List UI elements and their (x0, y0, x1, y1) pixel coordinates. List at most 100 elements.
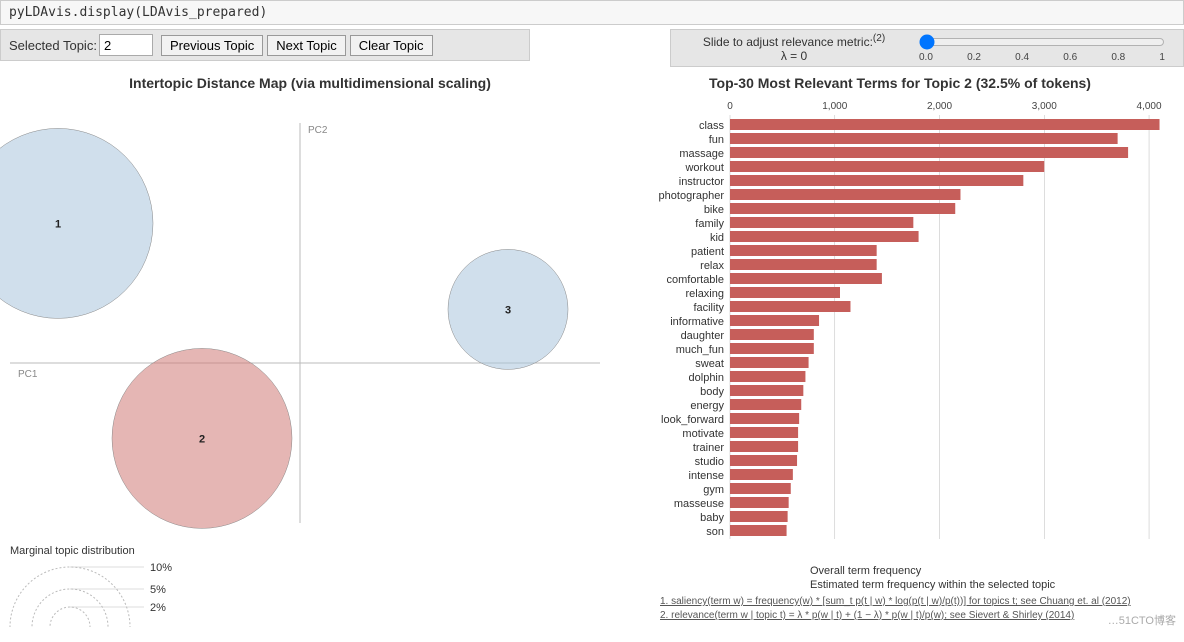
controls-right: Slide to adjust relevance metric:(2) λ =… (670, 29, 1184, 67)
term-label-trainer: trainer (693, 442, 725, 454)
controls-left: Selected Topic: Previous Topic Next Topi… (0, 29, 530, 61)
bar-fun[interactable] (730, 133, 1118, 144)
controls-row: Selected Topic: Previous Topic Next Topi… (0, 29, 1184, 67)
x-tick-0: 0 (727, 101, 733, 112)
bar-baby[interactable] (730, 511, 788, 522)
term-label-much_fun: much_fun (676, 344, 724, 356)
previous-topic-button[interactable]: Previous Topic (161, 35, 263, 56)
bar-trainer[interactable] (730, 441, 798, 452)
term-label-fun: fun (709, 134, 724, 146)
term-label-massage: massage (679, 148, 724, 160)
intertopic-svg: PC2 PC1 1 2 3 (0, 93, 620, 543)
term-label-baby: baby (700, 512, 724, 524)
term-label-relax: relax (700, 260, 724, 272)
x-tick-1000: 1,000 (822, 101, 847, 112)
bar-studio[interactable] (730, 455, 797, 466)
code-cell: pyLDAvis.display(LDAvis_prepared) (0, 0, 1184, 25)
x-tick-3000: 3,000 (1032, 101, 1057, 112)
legend-topic: Estimated term frequency within the sele… (740, 579, 1180, 591)
bar-massage[interactable] (730, 147, 1128, 158)
topic-bubble-label-3: 3 (505, 304, 511, 316)
code-text: pyLDAvis.display(LDAvis_prepared) (9, 5, 267, 20)
bar-son[interactable] (730, 525, 787, 536)
marginal-level-2%: 2% (150, 602, 166, 614)
term-label-dolphin: dolphin (689, 372, 724, 384)
legend-topic-swatch (740, 579, 800, 591)
bar-daughter[interactable] (730, 329, 814, 340)
pc1-axis-label: PC1 (18, 369, 38, 380)
bar-much_fun[interactable] (730, 343, 814, 354)
bar-masseuse[interactable] (730, 497, 789, 508)
bar-photographer[interactable] (730, 189, 960, 200)
bar-relax[interactable] (730, 259, 877, 270)
clear-topic-button[interactable]: Clear Topic (350, 35, 433, 56)
bar-look_forward[interactable] (730, 413, 799, 424)
x-tick-2000: 2,000 (927, 101, 952, 112)
topic-bubble-label-1: 1 (55, 218, 61, 230)
bar-sweat[interactable] (730, 357, 809, 368)
bar-chart-svg: 0 1,000 2,000 3,000 4,000 class fun massage work… (620, 93, 1180, 563)
legend-overall-swatch (740, 565, 800, 577)
slider-ticks: 0.0 0.2 0.4 0.6 0.8 1 (919, 52, 1165, 63)
term-label-sweat: sweat (695, 358, 724, 370)
term-label-studio: studio (695, 456, 724, 468)
term-label-intense: intense (689, 470, 724, 482)
controls-spacer (530, 29, 670, 67)
x-tick-4000: 4,000 (1137, 101, 1162, 112)
right-title: Top-30 Most Relevant Terms for Topic 2 (… (620, 75, 1180, 91)
term-label-daughter: daughter (681, 330, 725, 342)
term-label-motivate: motivate (682, 428, 724, 440)
term-label-son: son (706, 526, 724, 538)
term-label-kid: kid (710, 232, 724, 244)
selected-topic-input[interactable] (99, 34, 153, 56)
relevance-slider-wrap: 0.0 0.2 0.4 0.6 0.8 1 (909, 34, 1175, 63)
term-label-energy: energy (690, 400, 724, 412)
bar-patient[interactable] (730, 245, 877, 256)
term-label-look_forward: look_forward (661, 414, 724, 426)
term-label-comfortable: comfortable (667, 274, 724, 286)
right-panel: Top-30 Most Relevant Terms for Topic 2 (… (620, 71, 1180, 627)
term-label-gym: gym (703, 484, 724, 496)
bar-comfortable[interactable] (730, 273, 882, 284)
legend-overall: Overall term frequency (740, 565, 1180, 577)
marginal-svg: 2% 5% 10% (0, 557, 260, 627)
term-label-photographer: photographer (659, 190, 725, 202)
term-label-workout: workout (684, 162, 724, 174)
bar-dolphin[interactable] (730, 371, 805, 382)
bar-informative[interactable] (730, 315, 819, 326)
term-label-family: family (695, 218, 724, 230)
bar-relaxing[interactable] (730, 287, 840, 298)
bar-instructor[interactable] (730, 175, 1023, 186)
marginal-level-5%: 5% (150, 584, 166, 596)
term-label-masseuse: masseuse (674, 498, 724, 510)
term-label-relaxing: relaxing (685, 288, 724, 300)
pc2-axis-label: PC2 (308, 125, 328, 136)
bar-kid[interactable] (730, 231, 919, 242)
footnotes: 1. saliency(term w) = frequency(w) * [su… (660, 595, 1180, 623)
bar-bike[interactable] (730, 203, 955, 214)
marginal-level-10%: 10% (150, 562, 172, 574)
term-label-bike: bike (704, 204, 724, 216)
bar-intense[interactable] (730, 469, 793, 480)
bar-motivate[interactable] (730, 427, 798, 438)
bar-energy[interactable] (730, 399, 801, 410)
marginal-title: Marginal topic distribution (10, 545, 620, 557)
bar-class[interactable] (730, 119, 1160, 130)
term-label-informative: informative (670, 316, 724, 328)
charts-row: Intertopic Distance Map (via multidimens… (0, 71, 1184, 627)
selected-topic-label: Selected Topic: (9, 38, 97, 53)
relevance-slider[interactable] (919, 34, 1165, 50)
bar-gym[interactable] (730, 483, 791, 494)
term-label-class: class (699, 120, 725, 132)
next-topic-button[interactable]: Next Topic (267, 35, 345, 56)
left-panel: Intertopic Distance Map (via multidimens… (0, 71, 620, 627)
topic-bubble-label-2: 2 (199, 433, 205, 445)
bar-body[interactable] (730, 385, 803, 396)
bar-workout[interactable] (730, 161, 1044, 172)
bar-facility[interactable] (730, 301, 850, 312)
term-label-instructor: instructor (679, 176, 725, 188)
topic-bubble-1[interactable] (0, 128, 153, 318)
term-label-body: body (700, 386, 724, 398)
left-title: Intertopic Distance Map (via multidimens… (0, 75, 620, 91)
bar-family[interactable] (730, 217, 913, 228)
